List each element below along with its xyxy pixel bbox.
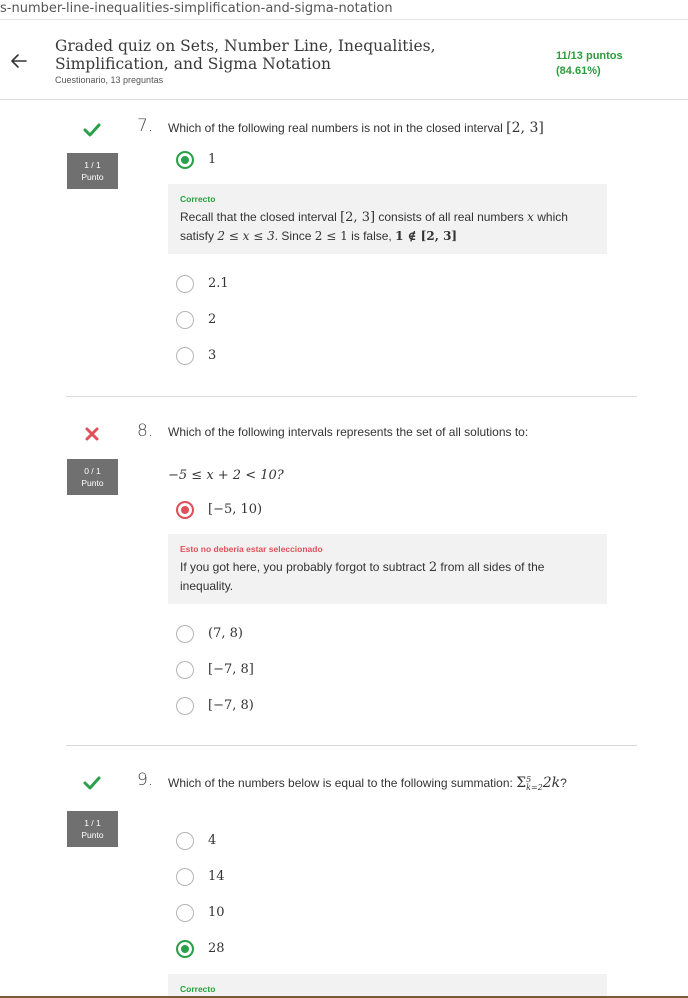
page-subtitle: Cuestionario, 13 preguntas <box>55 75 164 85</box>
question-number: 7. <box>137 116 154 136</box>
points-badge: 1 / 1 Punto <box>67 811 118 847</box>
radio-selected-icon[interactable] <box>176 501 194 519</box>
points-badge: 0 / 1 Punto <box>67 459 118 495</box>
question-9: 1 / 1 Punto 9. Which of the numbers belo… <box>66 745 637 998</box>
radio-selected-icon[interactable] <box>176 151 194 169</box>
radio-icon[interactable] <box>176 832 194 850</box>
question-number: 8. <box>137 421 154 441</box>
score-percent: (84.61%) <box>556 65 601 77</box>
question-8: 0 / 1 Punto 8. Which of the following in… <box>66 396 637 715</box>
score-points: 11/13 puntos <box>556 50 623 62</box>
score-summary: 11/13 puntos (84.61%) <box>556 49 623 79</box>
checkmark-icon <box>82 120 102 140</box>
cross-icon <box>82 424 102 444</box>
radio-icon[interactable] <box>176 275 194 293</box>
arrow-left-icon[interactable] <box>8 50 30 72</box>
question-text: Which of the following real numbers is n… <box>168 120 544 136</box>
question-text: Which of the numbers below is equal to t… <box>168 774 567 792</box>
radio-icon[interactable] <box>176 347 194 365</box>
radio-icon[interactable] <box>176 904 194 922</box>
points-badge: 1 / 1 Punto <box>67 153 118 189</box>
feedback-box: Correcto Recall that the closed interval… <box>168 184 607 254</box>
page-title: Graded quiz on Sets, Number Line, Inequa… <box>55 37 436 73</box>
url-text: s-number-line-inequalities-simplificatio… <box>0 1 393 16</box>
feedback-box: Correcto <box>168 974 607 998</box>
radio-selected-icon[interactable] <box>176 940 194 958</box>
inequality-expression: −5 ≤ x + 2 < 10? <box>168 468 284 483</box>
radio-icon[interactable] <box>176 625 194 643</box>
feedback-box: Esto no debería estar seleccionado If yo… <box>168 534 607 604</box>
radio-icon[interactable] <box>176 311 194 329</box>
browser-url-bar[interactable]: s-number-line-inequalities-simplificatio… <box>0 0 688 20</box>
question-number: 9. <box>137 770 154 790</box>
radio-icon[interactable] <box>176 697 194 715</box>
question-text: Which of the following intervals represe… <box>168 425 529 439</box>
radio-icon[interactable] <box>176 868 194 886</box>
checkmark-icon <box>82 773 102 793</box>
quiz-header: Graded quiz on Sets, Number Line, Inequa… <box>0 28 688 100</box>
radio-icon[interactable] <box>176 661 194 679</box>
